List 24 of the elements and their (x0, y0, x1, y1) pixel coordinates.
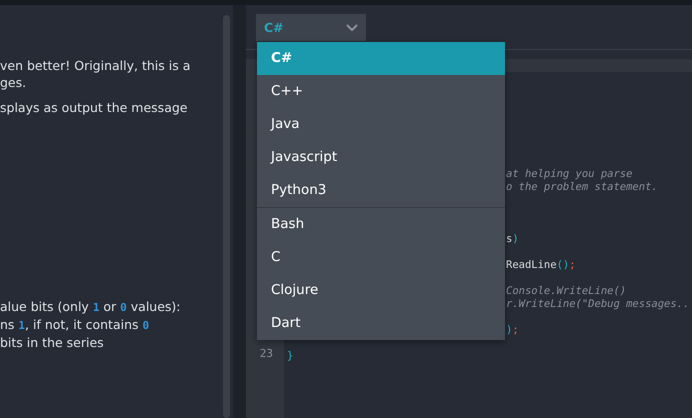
language-option[interactable]: Java (257, 108, 505, 141)
code-line: r.WriteLine("Debug messages.. (506, 298, 690, 310)
statement-text: splays as output the message (0, 99, 188, 116)
code-line: } (287, 350, 294, 362)
code-line: at helping you parse (506, 168, 632, 180)
code-line: o the problem statement. (506, 181, 658, 193)
line-number: 23 (260, 347, 273, 360)
language-option[interactable]: Clojure (257, 274, 505, 307)
language-option[interactable]: C (257, 241, 505, 274)
code-line: Console.WriteLine() (506, 285, 626, 297)
statement-text: bits in the series (0, 334, 105, 351)
language-option[interactable]: Python3 (257, 174, 505, 207)
statement-text: ns 1, if not, it contains 0 (0, 316, 150, 334)
code-line: ); (506, 324, 519, 336)
code-line: s) (506, 233, 519, 245)
language-option[interactable]: Javascript (257, 141, 505, 174)
statement-text: alue bits (only 1 or 0 values): (0, 298, 182, 316)
chevron-down-icon (346, 24, 358, 32)
statement-text: ven better! Originally, this is a (0, 57, 192, 74)
language-option[interactable]: Dart (257, 307, 505, 340)
language-option[interactable]: C++ (257, 75, 505, 108)
language-option[interactable]: Bash (257, 207, 505, 241)
statement-text: ges. (0, 74, 28, 91)
code-line: ReadLine(); (506, 259, 576, 271)
